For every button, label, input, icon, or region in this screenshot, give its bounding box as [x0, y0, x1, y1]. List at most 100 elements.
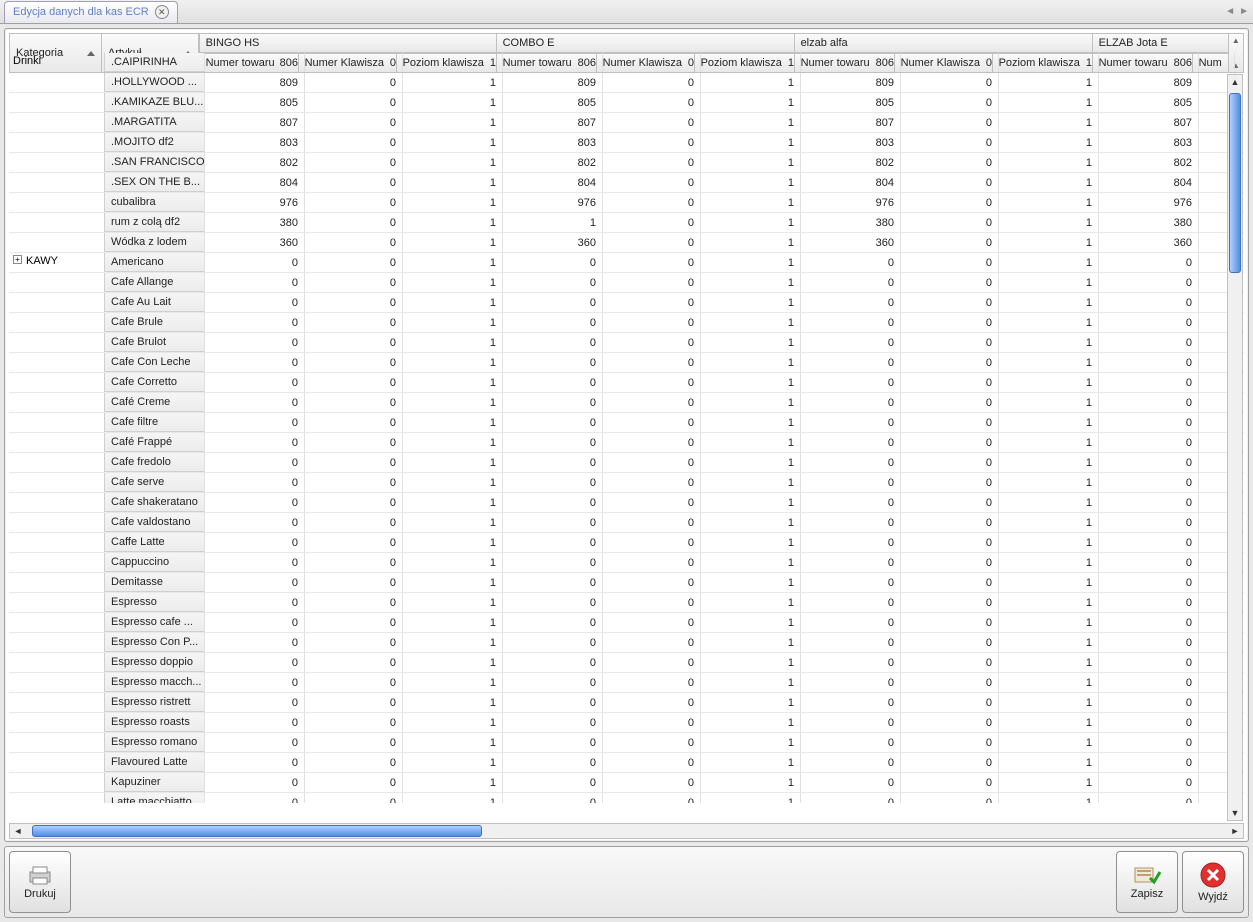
data-cell[interactable]: 0 — [901, 673, 999, 692]
article-cell[interactable]: Wódka z lodem — [105, 233, 205, 252]
article-cell[interactable]: Cafe Au Lait — [105, 293, 205, 312]
data-cell[interactable]: 0 — [801, 693, 901, 712]
table-row[interactable]: .MOJITO df2803018030180301803 — [9, 133, 1244, 153]
data-cell[interactable]: 0 — [603, 193, 701, 212]
data-cell[interactable]: 805 — [205, 93, 305, 112]
data-cell[interactable]: 0 — [603, 373, 701, 392]
data-cell[interactable]: 0 — [503, 573, 603, 592]
article-cell[interactable]: Café Creme — [105, 393, 205, 412]
data-cell[interactable]: 0 — [901, 153, 999, 172]
data-cell[interactable]: 0 — [901, 393, 999, 412]
data-cell[interactable]: 0 — [901, 293, 999, 312]
data-cell[interactable]: 0 — [603, 613, 701, 632]
data-cell[interactable]: 0 — [305, 793, 403, 803]
data-cell[interactable]: 1 — [999, 333, 1099, 352]
data-cell[interactable]: 1 — [403, 493, 503, 512]
data-cell[interactable]: 0 — [305, 53, 403, 72]
data-cell[interactable]: 0 — [205, 373, 305, 392]
data-cell[interactable]: 1 — [403, 453, 503, 472]
article-cell[interactable]: .HOLLYWOOD ... — [105, 73, 205, 92]
data-cell[interactable]: 0 — [901, 713, 999, 732]
data-cell[interactable]: 1 — [403, 433, 503, 452]
data-cell[interactable]: 1 — [403, 713, 503, 732]
tab-prev-icon[interactable]: ◄ — [1225, 6, 1235, 17]
data-cell[interactable]: 1 — [999, 513, 1099, 532]
data-cell[interactable]: 0 — [503, 293, 603, 312]
data-cell[interactable]: 0 — [305, 613, 403, 632]
article-cell[interactable]: Cafe Brule — [105, 313, 205, 332]
data-cell[interactable]: 0 — [603, 693, 701, 712]
data-cell[interactable]: 360 — [801, 233, 901, 252]
data-cell[interactable]: 0 — [1099, 773, 1199, 792]
data-cell[interactable]: 1 — [999, 473, 1099, 492]
data-cell[interactable]: 0 — [801, 793, 901, 803]
data-cell[interactable]: 0 — [305, 73, 403, 92]
table-row[interactable]: Cafe Con Leche0010010010 — [9, 353, 1244, 373]
data-cell[interactable]: 0 — [1099, 393, 1199, 412]
data-cell[interactable]: 1 — [701, 193, 801, 212]
data-cell[interactable]: 360 — [503, 233, 603, 252]
data-cell[interactable]: 0 — [603, 733, 701, 752]
data-cell[interactable]: 0 — [1099, 273, 1199, 292]
data-cell[interactable]: 0 — [901, 433, 999, 452]
data-cell[interactable]: 0 — [901, 553, 999, 572]
data-cell[interactable]: 1 — [403, 633, 503, 652]
data-cell[interactable]: 0 — [901, 473, 999, 492]
data-cell[interactable]: 1 — [701, 273, 801, 292]
data-cell[interactable]: 1 — [701, 773, 801, 792]
data-cell[interactable]: 1 — [701, 213, 801, 232]
data-cell[interactable]: 0 — [503, 473, 603, 492]
data-cell[interactable]: 0 — [503, 713, 603, 732]
data-cell[interactable]: 0 — [503, 773, 603, 792]
data-cell[interactable]: 0 — [603, 393, 701, 412]
data-cell[interactable]: 0 — [305, 213, 403, 232]
article-cell[interactable]: Cafe valdostano — [105, 513, 205, 532]
data-cell[interactable]: 0 — [503, 353, 603, 372]
table-row[interactable]: Drinki.CAIPIRINHA806018060180601806 — [9, 53, 1244, 73]
data-cell[interactable]: 1 — [999, 493, 1099, 512]
data-cell[interactable]: 807 — [503, 113, 603, 132]
table-row[interactable]: Wódka z lodem360013600136001360 — [9, 233, 1244, 253]
data-cell[interactable]: 0 — [205, 253, 305, 272]
data-cell[interactable]: 0 — [901, 733, 999, 752]
article-cell[interactable]: Cafe shakeratano — [105, 493, 205, 512]
table-row[interactable]: Cafe serve0010010010 — [9, 473, 1244, 493]
data-cell[interactable]: 1 — [999, 193, 1099, 212]
table-row[interactable]: Café Frappé0010010010 — [9, 433, 1244, 453]
data-cell[interactable]: 1 — [701, 233, 801, 252]
data-cell[interactable]: 0 — [603, 233, 701, 252]
data-cell[interactable]: 0 — [801, 673, 901, 692]
data-cell[interactable]: 0 — [603, 353, 701, 372]
data-cell[interactable]: 0 — [901, 373, 999, 392]
scroll-left-icon[interactable]: ◄ — [10, 824, 26, 838]
data-cell[interactable]: 1 — [701, 253, 801, 272]
table-row[interactable]: Cafe valdostano0010010010 — [9, 513, 1244, 533]
data-cell[interactable]: 0 — [901, 693, 999, 712]
table-row[interactable]: .MARGATITA807018070180701807 — [9, 113, 1244, 133]
article-cell[interactable]: Cafe Con Leche — [105, 353, 205, 372]
data-cell[interactable]: 1 — [701, 373, 801, 392]
col-group-2[interactable]: elzab alfa — [795, 33, 1093, 53]
data-cell[interactable]: 0 — [205, 453, 305, 472]
table-row[interactable]: Cafe shakeratano0010010010 — [9, 493, 1244, 513]
data-cell[interactable]: 0 — [305, 453, 403, 472]
data-cell[interactable]: 1 — [403, 573, 503, 592]
data-cell[interactable]: 0 — [1099, 433, 1199, 452]
article-cell[interactable]: Cafe serve — [105, 473, 205, 492]
data-cell[interactable]: 0 — [503, 333, 603, 352]
data-cell[interactable]: 0 — [801, 653, 901, 672]
data-cell[interactable]: 0 — [603, 493, 701, 512]
data-cell[interactable]: 976 — [205, 193, 305, 212]
table-row[interactable]: rum z colą df23800110138001380 — [9, 213, 1244, 233]
data-cell[interactable]: 804 — [1099, 173, 1199, 192]
data-cell[interactable]: 976 — [801, 193, 901, 212]
data-cell[interactable]: 1 — [503, 213, 603, 232]
data-cell[interactable]: 0 — [305, 333, 403, 352]
data-cell[interactable]: 0 — [205, 673, 305, 692]
data-cell[interactable]: 0 — [901, 453, 999, 472]
data-cell[interactable]: 807 — [801, 113, 901, 132]
data-cell[interactable]: 0 — [901, 753, 999, 772]
article-cell[interactable]: Latte macchiatto — [105, 793, 205, 803]
data-cell[interactable]: 0 — [901, 773, 999, 792]
data-cell[interactable]: 0 — [305, 773, 403, 792]
